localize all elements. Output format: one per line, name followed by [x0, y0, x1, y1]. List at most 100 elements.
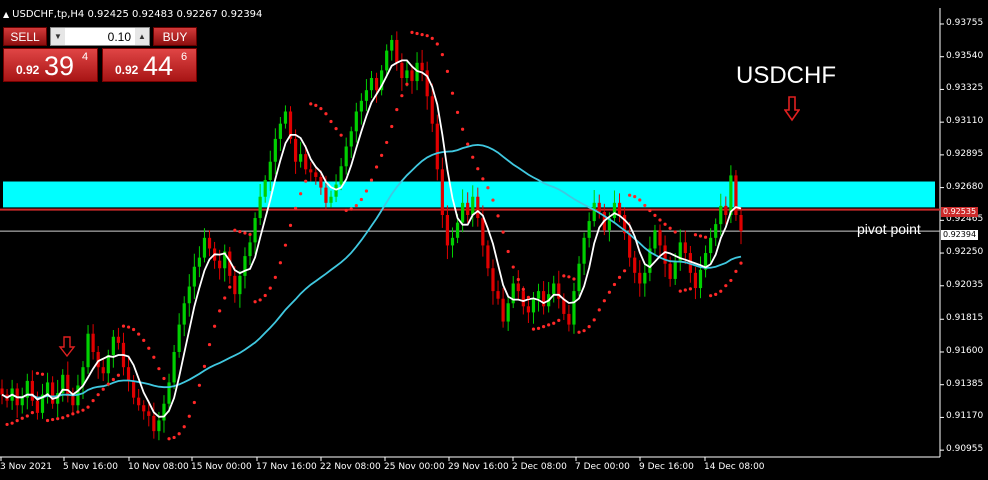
- buy-button[interactable]: BUY: [153, 27, 197, 46]
- candle-body: [729, 175, 733, 215]
- parabolic-sar-dot: [126, 325, 131, 329]
- parabolic-sar-dot: [663, 222, 667, 226]
- candle-body: [152, 415, 156, 432]
- parabolic-sar-dot: [182, 425, 186, 429]
- parabolic-sar-dot: [197, 383, 202, 387]
- parabolic-sar-dot: [557, 318, 561, 322]
- parabolic-sar-dot: [638, 198, 642, 202]
- parabolic-sar-dot: [536, 326, 541, 330]
- candle-body: [405, 70, 409, 79]
- parabolic-sar-dot: [430, 36, 434, 40]
- candle-body: [501, 298, 505, 322]
- parabolic-sar-dot: [116, 373, 121, 377]
- parabolic-sar-dot: [10, 421, 14, 425]
- parabolic-sar-dot: [572, 277, 576, 281]
- parabolic-sar-dot: [455, 110, 460, 114]
- candle-body: [466, 202, 470, 215]
- candle-body: [349, 131, 353, 147]
- buy-price-button[interactable]: 0.92 44 6: [102, 48, 197, 82]
- parabolic-sar-dot: [177, 432, 181, 436]
- candle-body: [111, 336, 115, 356]
- parabolic-sar-dot: [334, 127, 338, 131]
- lot-size-value[interactable]: 0.10: [67, 29, 133, 45]
- parabolic-sar-dot: [106, 382, 110, 386]
- candle-body: [673, 260, 677, 279]
- pivot-point-label: pivot point: [857, 221, 921, 237]
- candle-body: [243, 256, 247, 276]
- symbol-annotation: USDCHF: [736, 62, 836, 89]
- time-tick-label: 29 Nov 16:00: [448, 462, 509, 472]
- parabolic-sar-dot: [40, 372, 45, 376]
- candle-body: [450, 237, 455, 246]
- parabolic-sar-dot: [25, 414, 29, 418]
- candle-body: [369, 78, 374, 91]
- candle-body: [192, 266, 196, 287]
- candle-body: [724, 205, 728, 215]
- parabolic-sar-dot: [567, 275, 571, 279]
- parabolic-sar-dot: [218, 309, 222, 313]
- parabolic-sar-dot: [633, 195, 637, 199]
- parabolic-sar-dot: [445, 69, 450, 74]
- parabolic-sar-dot: [395, 107, 399, 112]
- price-tick-label: 0.91385: [946, 378, 984, 389]
- candle-body: [283, 111, 288, 124]
- time-tick-label: 22 Nov 08:00: [320, 462, 381, 472]
- parabolic-sar-dot: [739, 261, 743, 265]
- candle-body: [552, 283, 556, 295]
- parabolic-sar-dot: [440, 53, 444, 57]
- candle-body: [496, 291, 500, 299]
- candle-body: [359, 100, 363, 112]
- candle-body: [207, 237, 212, 249]
- time-tick-label: 15 Nov 00:00: [191, 462, 252, 472]
- parabolic-sar-dot: [688, 287, 692, 291]
- parabolic-sar-dot: [678, 289, 682, 293]
- candle-body: [309, 169, 313, 173]
- parabolic-sar-dot: [187, 414, 191, 418]
- candle-body: [364, 90, 369, 101]
- candle-body: [344, 146, 348, 167]
- buy-price-fraction: 6: [181, 51, 188, 63]
- sell-price-button[interactable]: 0.92 39 4: [3, 48, 98, 82]
- lot-decrease-arrow-icon[interactable]: ▼: [51, 28, 65, 45]
- parabolic-sar-dot: [486, 186, 490, 190]
- candle-body: [481, 218, 485, 246]
- parabolic-sar-dot: [81, 408, 85, 412]
- chart-header: ▲ USDCHF,tp,H4 0.92425 0.92483 0.92267 0.…: [3, 9, 262, 20]
- parabolic-sar-dot: [66, 414, 70, 418]
- candle-body: [628, 233, 632, 258]
- candle-body: [86, 333, 90, 368]
- candle-body: [455, 222, 460, 238]
- parabolic-sar-dot: [111, 377, 115, 382]
- candle-body: [339, 166, 343, 185]
- parabolic-sar-dot: [192, 400, 196, 405]
- parabolic-sar-dot: [263, 293, 267, 298]
- parabolic-sar-dot: [643, 203, 647, 208]
- lot-size-field[interactable]: ▼ 0.10 ▲: [50, 27, 150, 46]
- parabolic-sar-dot: [547, 323, 551, 327]
- candle-body: [739, 214, 743, 232]
- candle-body: [592, 202, 596, 222]
- candle-body: [314, 172, 318, 177]
- parabolic-sar-dot: [5, 422, 9, 427]
- price-tick-label: 0.92680: [946, 181, 984, 192]
- parabolic-sar-dot: [137, 332, 141, 336]
- chart-header-text: USDCHF,tp,H4 0.92425 0.92483 0.92267 0.9…: [12, 9, 263, 20]
- price-tick-label: 0.91170: [946, 411, 984, 422]
- parabolic-sar-dot: [162, 376, 166, 381]
- time-tick-label: 2 Dec 08:00: [512, 462, 567, 472]
- candle-body: [45, 382, 50, 395]
- candle-body: [536, 291, 541, 299]
- parabolic-sar-dot: [390, 124, 394, 129]
- candle-body: [177, 324, 181, 352]
- lot-increase-arrow-icon[interactable]: ▲: [135, 28, 149, 45]
- candle-body: [668, 263, 672, 279]
- parabolic-sar-dot: [622, 269, 627, 273]
- time-tick-label: 9 Dec 16:00: [639, 462, 694, 472]
- candle-body: [541, 291, 546, 307]
- parabolic-sar-dot: [617, 275, 622, 279]
- candle-body: [709, 237, 713, 254]
- collapse-triangle-icon[interactable]: ▲: [3, 10, 9, 19]
- sell-button[interactable]: SELL: [3, 27, 47, 46]
- parabolic-sar-dot: [207, 342, 212, 347]
- candle-body: [617, 202, 622, 215]
